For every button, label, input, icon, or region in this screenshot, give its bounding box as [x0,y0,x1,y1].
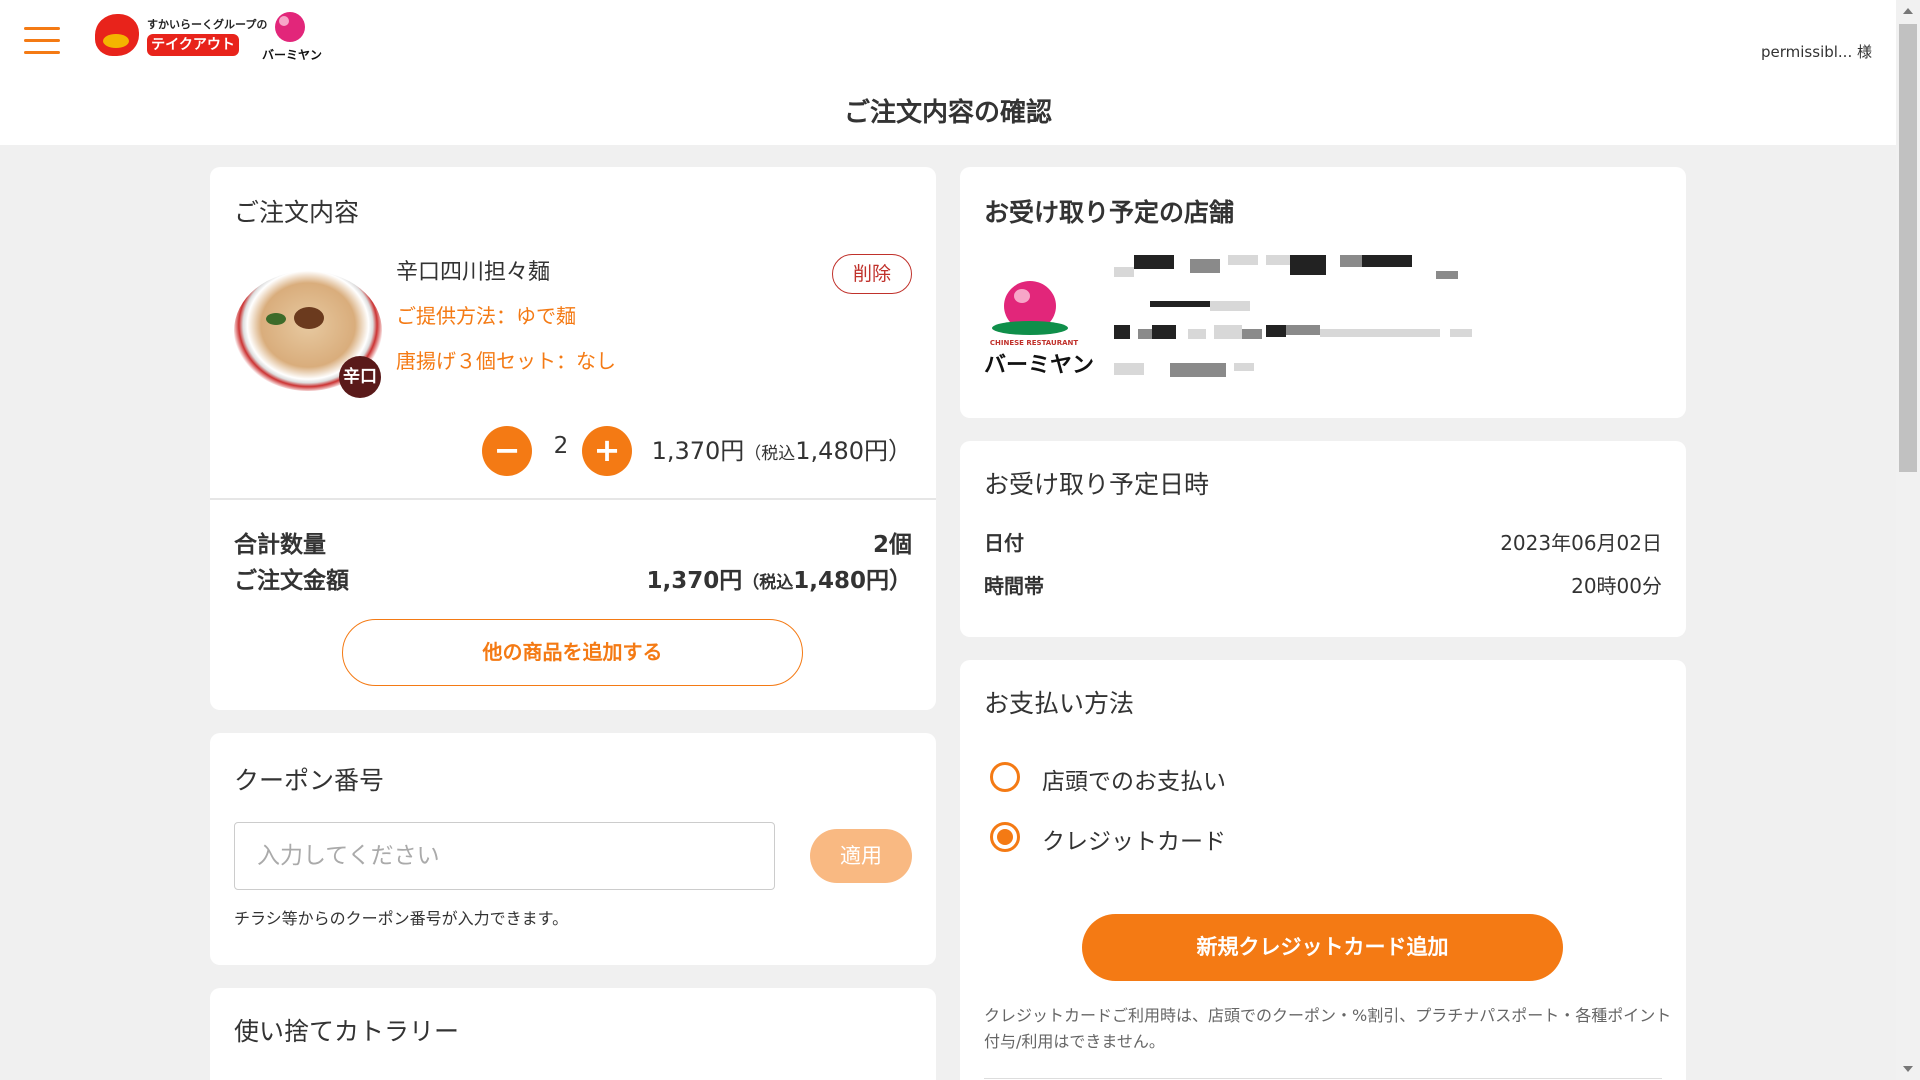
page-title: ご注文内容の確認 [843,98,1052,128]
leaf-icon [992,321,1068,335]
spicy-badge: 辛口 [339,356,381,398]
brand-logo[interactable]: バーミヤン [262,10,323,62]
quantity-value: 2 [553,433,569,459]
scroll-down-icon[interactable] [1903,1066,1913,1072]
coupon-title: クーポン番号 [234,766,385,795]
cutlery-title: 使い捨てカトラリー [234,1017,460,1046]
takeout-logo[interactable]: すかいらーくグループの テイクアウト [95,12,267,60]
apply-coupon-button[interactable]: 適用 [810,829,912,883]
logo-group-text: すかいらーくグループの [147,18,268,31]
store-logo: CHINESE RESTAURANT バーミヤン [984,281,1094,378]
pickup-time-label: 時間帯 [984,574,1044,598]
cutlery-card: 使い捨てカトラリー [210,988,936,1080]
store-card: お受け取り予定の店舗 CHINESE RESTAURANT バーミヤン [960,167,1686,418]
radio-button[interactable] [990,762,1020,792]
site-header: すかいらーくグループの テイクアウト バーミヤン permissibl... 様… [0,0,1896,145]
pickup-time-card: お受け取り予定日時 日付 2023年06月02日 時間帯 20時00分 [960,441,1686,637]
item-price-value: 1,370円 [651,437,745,465]
order-title: ご注文内容 [234,198,360,227]
menu-icon[interactable] [24,27,60,54]
amount-tax: 1,480円） [793,568,912,594]
payment-option-label: クレジットカード [1042,829,1226,855]
pickup-time-value: 20時00分 [1571,574,1662,598]
increase-quantity-button[interactable]: + [582,426,632,476]
store-title: お受け取り予定の店舗 [984,198,1235,227]
order-card: ご注文内容 辛口 辛口四川担々麺 ご提供方法：ゆで麺 唐揚げ３個セット：なし 削… [210,167,936,710]
brand-logo-text: バーミヤン [262,48,323,62]
item-price: 1,370円（税込1,480円） [652,431,912,466]
delete-button[interactable]: 削除 [832,254,912,294]
payment-note: クレジットカードご利用時は、店頭でのクーポン・%割引、プラチナパスポート・各種ポ… [984,1006,1672,1051]
order-amount-label: ご注文金額 [234,568,349,594]
scrollbar-thumb[interactable] [1899,24,1917,472]
item-name: 辛口四川担々麺 [396,260,551,285]
payment-title: お支払い方法 [984,689,1135,718]
pickup-date-value: 2023年06月02日 [1500,531,1662,555]
decrease-quantity-button[interactable]: − [482,426,532,476]
pickup-title: お受け取り予定日時 [984,470,1210,499]
item-tax-price: 1,480円） [795,437,912,465]
payment-card: お支払い方法 店頭でのお支払い クレジットカード 新規クレジットカード追加 クレ… [960,660,1686,1080]
total-quantity-label: 合計数量 [234,532,326,558]
item-option-serving: ご提供方法：ゆで麺 [396,304,576,328]
add-credit-card-button[interactable]: 新規クレジットカード追加 [1082,914,1563,981]
total-quantity-value: 2個 [872,532,912,558]
payment-option-label: 店頭でのお支払い [1042,769,1226,795]
page-scrollbar[interactable] [1896,0,1920,1080]
coupon-input[interactable] [234,822,775,890]
divider [210,498,936,500]
peach-icon [275,12,305,42]
item-option-karaage: 唐揚げ３個セット：なし [396,349,616,373]
user-name[interactable]: permissibl... 様 [1761,41,1872,62]
divider [984,1078,1662,1079]
logo-takeout-text: テイクアウト [147,34,239,56]
pickup-date-label: 日付 [984,531,1024,555]
order-amount-value: 1,370円（税込1,480円） [646,561,912,595]
amount-tax-prefix: （税込 [742,573,794,593]
item-tax-prefix: （税込 [744,444,796,464]
mascot-icon [95,14,139,56]
radio-button-checked[interactable] [990,822,1020,852]
store-logo-name: バーミヤン [984,353,1095,378]
coupon-note: チラシ等からのクーポン番号が入力できます。 [234,909,569,928]
item-image: 辛口 [234,271,382,398]
amount-value: 1,370円 [646,568,743,594]
coupon-card: クーポン番号 適用 チラシ等からのクーポン番号が入力できます。 [210,733,936,965]
store-logo-sub: CHINESE RESTAURANT [989,339,1079,347]
add-more-items-button[interactable]: 他の商品を追加する [342,619,803,686]
scroll-up-icon[interactable] [1903,8,1913,14]
